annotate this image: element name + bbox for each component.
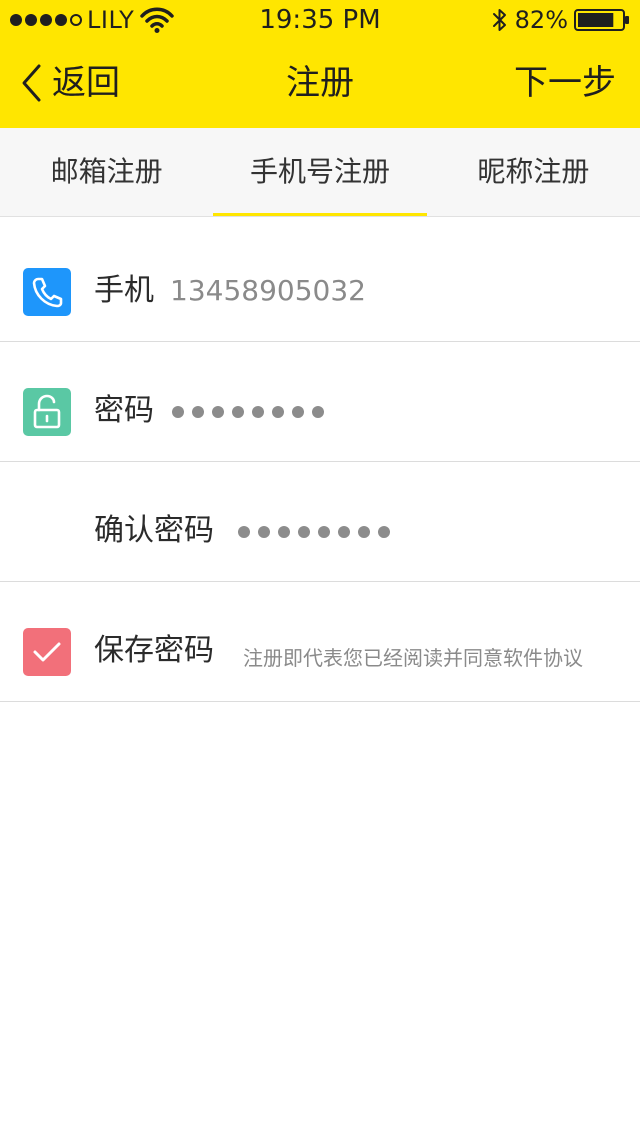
- header: LILY 19:35 PM 82% 返回 注册 下一步: [0, 0, 640, 128]
- password-mask-dot: [272, 406, 284, 418]
- tab-label: 邮箱注册: [50, 155, 163, 188]
- nav-bar: 返回 注册 下一步: [0, 40, 640, 128]
- password-mask-dot: [232, 406, 244, 418]
- tab-label: 手机号注册: [249, 155, 390, 188]
- confirm-password-label: 确认密码: [94, 513, 214, 548]
- password-mask-dot: [312, 406, 324, 418]
- phone-row: 手机 13458905032: [0, 222, 640, 342]
- checkbox-checked-icon[interactable]: [23, 628, 71, 676]
- password-mask-dot: [258, 526, 270, 538]
- bluetooth-icon: [492, 9, 506, 31]
- register-form: 手机 13458905032 密码 确认密码 保存密码 注册即代表您已经阅读并同…: [0, 222, 640, 702]
- tab-phone-register[interactable]: 手机号注册: [213, 128, 427, 216]
- status-right: 82%: [491, 6, 630, 34]
- status-bar: LILY 19:35 PM 82%: [0, 0, 640, 40]
- phone-icon: [23, 268, 71, 316]
- password-input[interactable]: [172, 406, 324, 418]
- unlock-icon: [23, 388, 71, 436]
- password-mask-dot: [378, 526, 390, 538]
- password-mask-dot: [238, 526, 250, 538]
- register-screen: LILY 19:35 PM 82% 返回 注册 下一步 邮箱注册 手机号注册 昵…: [0, 0, 640, 1136]
- tab-label: 昵称注册: [477, 155, 590, 188]
- password-label: 密码: [94, 393, 154, 428]
- tab-nickname-register[interactable]: 昵称注册: [427, 128, 640, 216]
- password-mask-dot: [292, 406, 304, 418]
- confirm-password-input[interactable]: [238, 526, 390, 538]
- phone-label: 手机: [94, 273, 154, 308]
- battery-percent: 82%: [514, 6, 568, 34]
- password-mask-dot: [172, 406, 184, 418]
- phone-input[interactable]: 13458905032: [170, 268, 366, 314]
- password-mask-dot: [278, 526, 290, 538]
- password-mask-dot: [192, 406, 204, 418]
- save-password-label: 保存密码: [94, 633, 214, 668]
- password-mask-dot: [298, 526, 310, 538]
- password-mask-dot: [358, 526, 370, 538]
- register-tabs: 邮箱注册 手机号注册 昵称注册: [0, 128, 640, 217]
- tab-email-register[interactable]: 邮箱注册: [0, 128, 213, 216]
- password-row: 密码: [0, 342, 640, 462]
- save-password-row: 保存密码 注册即代表您已经阅读并同意软件协议: [0, 582, 640, 702]
- battery-icon: [574, 9, 629, 31]
- confirm-password-row: 确认密码: [0, 462, 640, 582]
- password-mask-dot: [338, 526, 350, 538]
- active-tab-indicator: [213, 213, 427, 216]
- agreement-link[interactable]: 注册即代表您已经阅读并同意软件协议: [243, 644, 583, 672]
- password-mask-dot: [212, 406, 224, 418]
- next-step-button[interactable]: 下一步: [514, 58, 616, 108]
- password-mask-dot: [318, 526, 330, 538]
- password-mask-dot: [252, 406, 264, 418]
